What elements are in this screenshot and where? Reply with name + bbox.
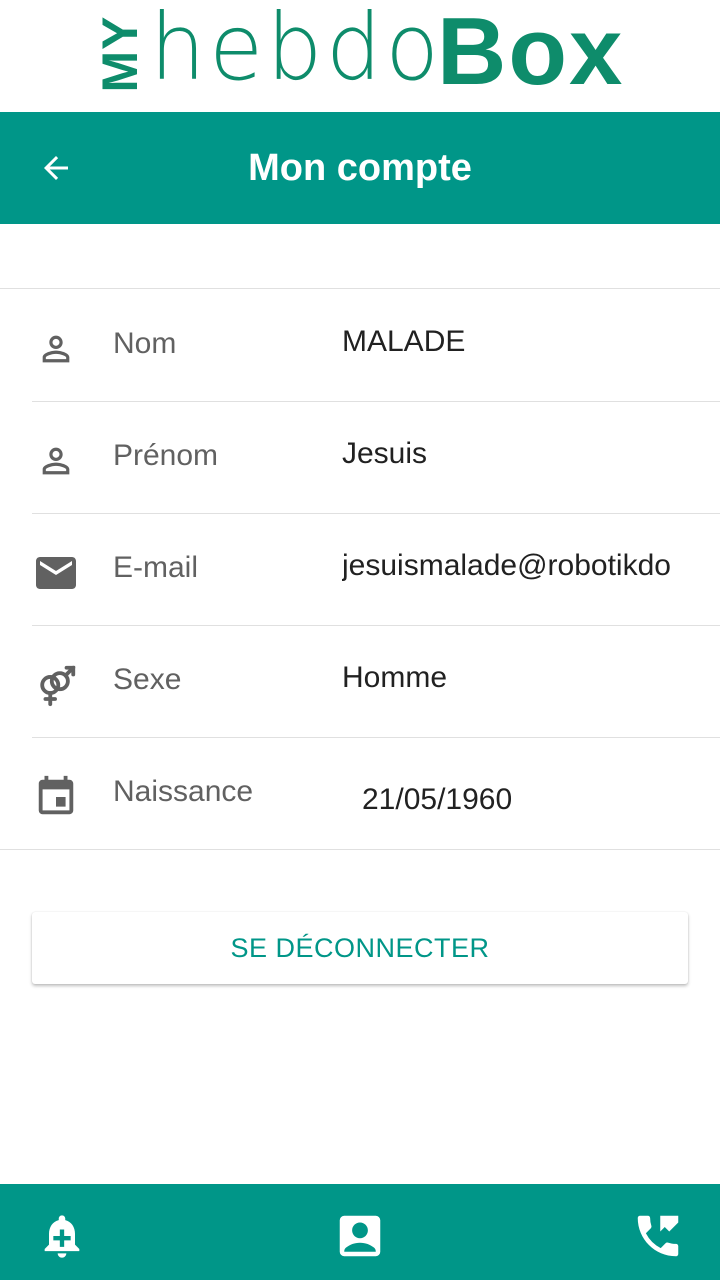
phone-forward-icon: [637, 1215, 679, 1257]
row-label: Sexe: [113, 663, 182, 696]
profile-row-nom: Nom MALADE: [0, 289, 720, 401]
person-icon: [32, 437, 80, 485]
profile-row-prenom: Prénom Jesuis: [0, 401, 720, 513]
logo-suffix: Box: [437, 0, 625, 105]
row-label: Nom: [113, 327, 177, 360]
logout-button[interactable]: SE DÉCONNECTER: [32, 912, 688, 984]
profile-list: Nom MALADE Prénom Jesuis E-mail jesuisma…: [0, 288, 720, 850]
person-icon: [32, 325, 80, 373]
row-value: jesuismalade@robotikdo: [342, 549, 671, 582]
nav-notifications-button[interactable]: [34, 1208, 90, 1264]
birthdate-value[interactable]: 21/05/1960: [362, 783, 690, 817]
logo-prefix: MY: [92, 15, 148, 93]
row-value: Homme: [342, 661, 448, 694]
bottom-nav: [0, 1184, 720, 1280]
profile-row-email: E-mail jesuismalade@robotikdo: [0, 513, 720, 625]
profile-row-sexe: Sexe Homme: [0, 625, 720, 737]
email-icon: [32, 549, 80, 597]
row-value: Jesuis: [342, 437, 428, 470]
nav-calls-button[interactable]: [630, 1208, 686, 1264]
logo-middle: hebdo: [150, 0, 443, 101]
gender-icon: [32, 661, 80, 709]
page-title: Mon compte: [248, 146, 472, 189]
nav-profile-button[interactable]: [332, 1208, 388, 1264]
row-label: Prénom: [113, 439, 219, 472]
bell-plus-icon: [44, 1215, 80, 1258]
row-value: MALADE: [342, 325, 466, 358]
app-logo: MY hebdo Box: [0, 0, 720, 112]
row-label: E-mail: [113, 551, 199, 584]
contact-card-icon: [339, 1215, 381, 1257]
profile-row-naissance: Naissance 21/05/1960: [0, 737, 720, 849]
back-button[interactable]: [28, 140, 84, 196]
calendar-icon: [32, 773, 80, 821]
row-label: Naissance: [113, 775, 254, 808]
app-bar: Mon compte: [0, 112, 720, 224]
arrow-back-icon: [44, 156, 68, 180]
